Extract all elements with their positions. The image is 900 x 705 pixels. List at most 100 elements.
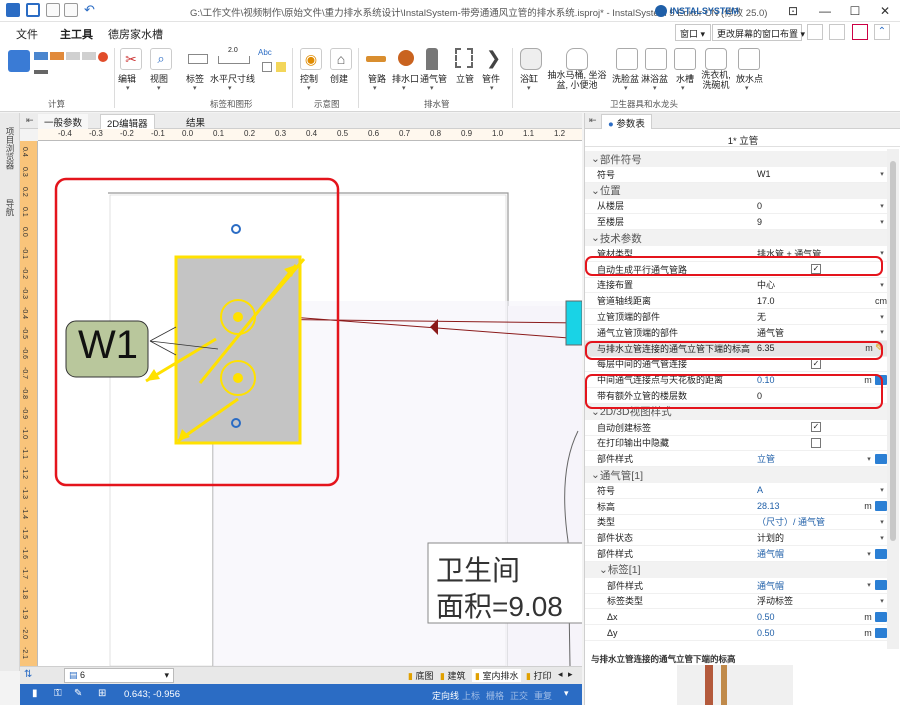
hdim-caret-icon[interactable]: ▾ [228, 84, 232, 92]
property-checkbox[interactable]: ✓ [811, 422, 821, 433]
layer-up-icon[interactable]: ⇅ [24, 669, 32, 680]
property-row[interactable]: 从楼层 0 ▾ [585, 198, 887, 215]
property-row[interactable]: 通气立管顶端的部件 通气管 ▾ [585, 325, 887, 341]
drawing-canvas[interactable]: W1 卫生间 面积=9.08 [38, 141, 582, 666]
control-caret-icon[interactable]: ▾ [307, 84, 311, 92]
riser-button[interactable]: 立管 [456, 72, 474, 85]
property-value[interactable]: A [757, 485, 877, 495]
side-tab-project-browser[interactable]: 项目浏览器 [4, 127, 16, 170]
sink-icon[interactable] [674, 48, 696, 70]
ribbon-toggle-icon[interactable]: ⊡ [778, 0, 808, 22]
tab-properties[interactable]: ● 参数表 [601, 114, 652, 130]
toilet-icon[interactable] [566, 48, 588, 70]
property-value[interactable] [757, 437, 875, 448]
tab-print[interactable]: ▮ 打印 [526, 669, 551, 682]
property-row[interactable]: 标高 28.13 m [585, 499, 887, 515]
zoom-select[interactable]: ▤ 6 ▾ [64, 668, 174, 683]
property-value[interactable]: 17.0 [757, 296, 875, 306]
calc-line-icon[interactable] [34, 70, 48, 74]
property-row[interactable]: 至楼层 9 ▾ [585, 214, 887, 231]
sink-caret-icon[interactable]: ▾ [681, 84, 685, 92]
calc-gray2-icon[interactable] [82, 52, 96, 60]
undo-icon[interactable]: ↶ [84, 2, 95, 18]
dropdown-caret-icon[interactable]: ▾ [877, 218, 887, 226]
tab-general-params[interactable]: 一般参数 [38, 114, 89, 129]
open-file-icon[interactable] [64, 3, 78, 17]
pipe-icon[interactable] [366, 56, 386, 62]
pipe-caret-icon[interactable]: ▾ [373, 84, 377, 92]
dropdown-caret-icon[interactable]: ▾ [864, 550, 874, 558]
property-value[interactable]: 通气帽 [757, 579, 864, 592]
maximize-button[interactable]: ☐ [840, 0, 870, 22]
palette-icon[interactable] [852, 24, 868, 40]
property-row[interactable]: Δy 0.50 m [585, 625, 887, 641]
new-file-icon[interactable] [46, 3, 60, 17]
collapse-icon[interactable]: ⌄ [591, 185, 600, 197]
property-row[interactable]: 管道轴线距离 17.0 cm [585, 293, 887, 310]
minimize-button[interactable]: — [810, 0, 840, 22]
pin-icon[interactable]: ⇤ [26, 115, 34, 126]
key-icon[interactable]: ⚿ [54, 688, 62, 699]
pipe-button[interactable]: 管路 [368, 72, 386, 85]
edit-caret-icon[interactable]: ▾ [126, 84, 130, 92]
book-icon[interactable]: ▮ [32, 688, 38, 699]
property-value[interactable]: 0.50 [757, 628, 862, 638]
calc-heat-icon[interactable] [50, 52, 64, 60]
calc-fire-icon[interactable] [98, 52, 108, 62]
hdim-button[interactable]: 水平尺寸线 [210, 72, 255, 85]
window-dropdown[interactable]: 窗口 ▾ [675, 24, 711, 41]
vent-pipe-icon[interactable] [426, 48, 438, 70]
mode-repeat[interactable]: 重复 [534, 689, 552, 702]
water-point-icon[interactable] [738, 48, 760, 70]
property-value[interactable]: 立管 [757, 452, 864, 465]
property-value[interactable]: W1 [757, 169, 877, 179]
property-value[interactable]: 计划的 [757, 531, 877, 544]
tab-base-drawing[interactable]: ▮ 底图 [408, 669, 433, 682]
property-row[interactable]: 符号 A ▾ [585, 483, 887, 499]
property-category[interactable]: ⌄ 通气管[1] [585, 467, 887, 483]
layout-dropdown[interactable]: 更改屏幕的窗口布置 ▾ [712, 24, 805, 41]
property-value[interactable]: 0.50 [757, 612, 862, 622]
washing-machine-button[interactable]: 洗衣机, 洗碗机 [696, 70, 736, 90]
properties-scrollbar[interactable] [887, 149, 899, 649]
property-value[interactable]: 0 [757, 201, 877, 211]
dropdown-caret-icon[interactable]: ▾ [877, 328, 887, 336]
mode-ortho[interactable]: 正交 [510, 689, 528, 702]
property-row[interactable]: Δx 0.50 m [585, 609, 887, 626]
collapse-icon[interactable]: ⌄ [591, 469, 600, 481]
create-icon[interactable]: ⌂ [330, 48, 352, 70]
tab-results[interactable]: 结果 [180, 114, 211, 129]
dropdown-caret-icon[interactable]: ▾ [864, 581, 874, 589]
tab-2d-editor[interactable]: 2D编辑器 [100, 114, 155, 130]
dropdown-caret-icon[interactable]: ▾ [877, 170, 887, 178]
riser-icon[interactable] [455, 48, 473, 68]
property-value[interactable]: ✓ [757, 422, 875, 433]
tab-building[interactable]: ▮ 建筑 [440, 669, 465, 682]
property-category[interactable]: ⌄ 技术参数 [585, 230, 887, 246]
link-icon[interactable] [875, 453, 887, 464]
label-tag-icon[interactable] [188, 54, 208, 64]
tab-indoor-drainage[interactable]: ▮ 室内排水 [472, 669, 522, 682]
menu-file[interactable]: 文件 [16, 26, 38, 42]
property-row[interactable]: 立管顶端的部件 无 ▾ [585, 309, 887, 325]
property-category[interactable]: ⌄ 部件符号 [585, 151, 887, 167]
washbasin-icon[interactable] [616, 48, 638, 70]
calc-small-icon[interactable] [34, 52, 48, 60]
dropdown-caret-icon[interactable]: ▾ [864, 455, 874, 463]
property-value[interactable]: 中心 [757, 278, 877, 291]
scissors-icon[interactable]: ✂ [120, 48, 142, 70]
property-row[interactable]: 类型 （尺寸）/ 通气管 ▾ [585, 514, 887, 531]
property-row[interactable]: 在打印输出中隐藏 [585, 435, 887, 452]
property-value[interactable]: 无 [757, 310, 877, 323]
dropdown-caret-icon[interactable]: ▾ [877, 281, 887, 289]
property-value[interactable]: 浮动标签 [757, 594, 877, 607]
dropdown-caret-icon[interactable]: ▾ [877, 534, 887, 542]
note-icon[interactable] [276, 62, 286, 72]
property-value[interactable]: ✓ [757, 358, 875, 369]
dropdown-caret-icon[interactable]: ▾ [877, 518, 887, 526]
property-value[interactable]: 9 [757, 217, 877, 227]
property-value[interactable]: 通气帽 [757, 547, 864, 560]
washing-machine-icon[interactable] [705, 48, 727, 70]
property-row[interactable]: 标签类型 浮动标签 ▾ [585, 593, 887, 610]
menu-drain[interactable]: 德房家水槽 [108, 26, 163, 42]
